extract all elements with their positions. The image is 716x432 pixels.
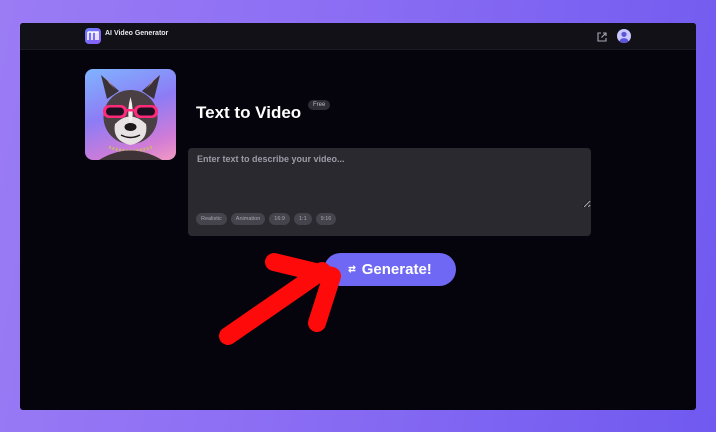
- red-arrow-annotation: [219, 253, 341, 345]
